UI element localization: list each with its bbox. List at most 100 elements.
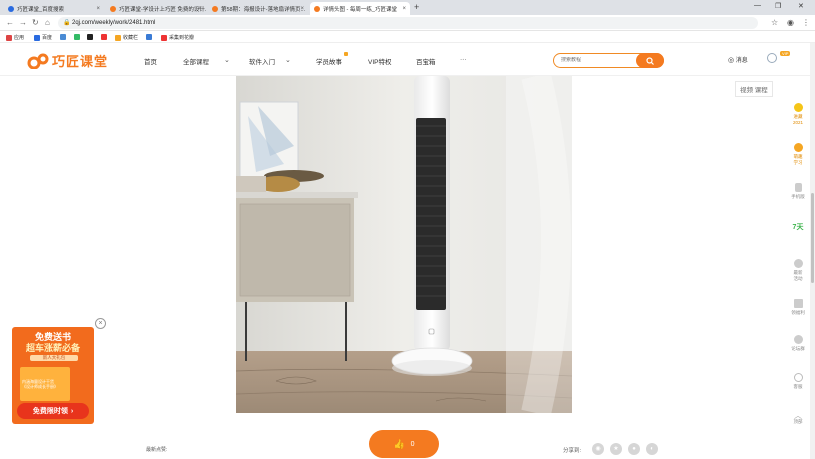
nav-home[interactable]: 首页	[144, 56, 157, 66]
like-button[interactable]: 👍 0	[369, 430, 439, 458]
sidebar-item-2021[interactable]: 进藏 2021	[785, 103, 811, 126]
latest-likes-label: 最新点赞:	[146, 447, 168, 453]
lock-icon: 🔒	[63, 20, 71, 26]
qzone-icon[interactable]: ★	[610, 443, 622, 455]
bookmarks-bar: 应用 百度 收藏栏 采集到花瓣	[0, 31, 815, 43]
weibo-icon[interactable]: ◉	[592, 443, 604, 455]
cloud-icon	[793, 335, 803, 344]
sidebar-item-welfare[interactable]: 领福利	[785, 299, 811, 316]
avatar[interactable]	[767, 53, 777, 63]
main-content	[0, 76, 780, 459]
browser-tab-bar: 巧匠课堂_百度搜索 × 巧匠课堂-学设计上巧匠 免费的设计... × 第58期：…	[0, 0, 815, 15]
apps-icon	[6, 34, 12, 41]
messages-link[interactable]: ◎ 消息	[728, 55, 748, 64]
browser-tab-1[interactable]: 巧匠课堂_百度搜索 ×	[4, 2, 104, 15]
search-input[interactable]	[561, 57, 631, 63]
bookmark-icon	[146, 34, 152, 40]
bell-icon: ◎	[728, 57, 735, 64]
bookmark-baidu[interactable]: 百度	[34, 34, 52, 41]
tab-title: 巧匠课堂-学设计上巧匠 免费的设计...	[119, 6, 206, 13]
forward-icon[interactable]: →	[19, 18, 27, 27]
sidebar-item-forum[interactable]: 论坛群	[785, 335, 811, 352]
tab-title: 详情头图 - 每周一练_巧匠课堂	[323, 6, 397, 13]
search-button[interactable]	[636, 53, 664, 68]
chevron-down-icon[interactable]: ⌄	[285, 56, 291, 64]
bookmark-6[interactable]	[101, 34, 109, 40]
page-scrollbar[interactable]	[810, 43, 815, 459]
promo-close-button[interactable]: ×	[95, 318, 106, 329]
bookmark-7[interactable]	[146, 34, 154, 40]
search-icon	[646, 56, 654, 65]
sidebar-item-service[interactable]: 客服	[785, 373, 811, 390]
promo-banner[interactable]: 免费送书 超车涨薪必备 新人大礼包 内涵海量设计干货 《设计师成长手册》 免费限…	[12, 327, 94, 424]
video-course-badge[interactable]: 视频 课程	[735, 81, 773, 97]
balloon-icon	[793, 259, 803, 268]
home-icon[interactable]: ⌂	[45, 18, 50, 27]
nav-more[interactable]: ···	[460, 56, 467, 63]
bookmark-apps[interactable]: 应用	[6, 34, 24, 41]
bookmark-3[interactable]	[60, 34, 68, 40]
reload-icon[interactable]: ↻	[32, 18, 39, 27]
trophy-icon	[793, 103, 803, 112]
bookmark-icon	[60, 34, 66, 40]
maximize-icon[interactable]: ❐	[775, 2, 781, 10]
browser-tab-active[interactable]: 详情头图 - 每周一练_巧匠课堂 ×	[310, 2, 410, 15]
tab-title: 巧匠课堂_百度搜索	[17, 6, 65, 13]
chevron-right-icon: ›	[70, 407, 74, 415]
browser-tab-3[interactable]: 第58期：海报设计-落地扇详情页... ×	[208, 2, 308, 15]
nav-all-courses[interactable]: 全部课程	[183, 56, 209, 66]
product-photo	[236, 76, 572, 413]
right-sidebar: 进藏 2021 萌趣 学习 手机版 7天 最新 活动 领福利 论坛群 客服 ︿ …	[785, 97, 811, 457]
logo-icon	[27, 53, 49, 69]
sidebar-item-study[interactable]: 萌趣 学习	[785, 143, 811, 166]
sidebar-item-events[interactable]: 最新 活动	[785, 259, 811, 282]
phone-icon	[794, 183, 802, 192]
qq-icon[interactable]: ●	[628, 443, 640, 455]
scrollbar-thumb[interactable]	[811, 193, 814, 283]
wechat-icon[interactable]: ◐	[646, 443, 658, 455]
bookmark-icon	[87, 34, 93, 40]
promo-claim-button[interactable]: 免费限时领 ›	[17, 403, 89, 419]
huaban-icon	[161, 34, 167, 41]
bookmark-5[interactable]	[87, 34, 95, 40]
close-icon[interactable]: ×	[198, 6, 202, 12]
bookmark-icon	[74, 34, 80, 40]
nav-software[interactable]: 软件入门	[249, 56, 275, 66]
url-field[interactable]: 🔒 2qj.com/weekly/work/2481.html	[58, 17, 758, 29]
chevron-down-icon[interactable]: ⌄	[224, 56, 230, 64]
nav-stories[interactable]: 学员故事	[316, 56, 342, 66]
work-image[interactable]	[236, 76, 572, 413]
bookmark-favorites[interactable]: 收藏栏	[115, 34, 138, 41]
star-icon[interactable]: ☆	[771, 18, 778, 27]
back-icon[interactable]: ←	[6, 18, 14, 27]
promo-title: 免费送书 超车涨薪必备	[25, 332, 80, 353]
nav-toolbox[interactable]: 百宝箱	[416, 56, 436, 66]
site-logo[interactable]: 巧匠课堂	[27, 51, 108, 70]
close-icon[interactable]: ×	[402, 6, 406, 12]
new-tab-button[interactable]: +	[414, 2, 419, 12]
address-toolbar: ← → ↻ ⌂ 🔒 2qj.com/weekly/work/2481.html …	[0, 15, 815, 31]
vip-badge: VIP	[780, 51, 791, 56]
nav-vip[interactable]: VIP特权	[368, 56, 391, 66]
close-icon[interactable]: ×	[96, 6, 100, 12]
sidebar-item-top[interactable]: ︿ 顶部	[785, 412, 811, 425]
share-label: 分享到:	[563, 448, 582, 454]
sidebar-item-mobile[interactable]: 手机版	[785, 183, 811, 200]
like-count: 0	[410, 440, 415, 448]
menu-icon[interactable]: ⋮	[802, 18, 810, 27]
search-box	[553, 53, 664, 68]
profile-icon[interactable]: ◉	[787, 18, 794, 27]
browser-tab-2[interactable]: 巧匠课堂-学设计上巧匠 免费的设计... ×	[106, 2, 206, 15]
close-icon[interactable]: ×	[300, 6, 304, 12]
folder-icon	[115, 34, 121, 41]
bookmark-huaban[interactable]: 采集到花瓣	[161, 34, 194, 41]
bookmark-icon	[101, 34, 107, 40]
close-window-icon[interactable]: ✕	[798, 2, 804, 10]
sidebar-item-7days[interactable]: 7天	[785, 224, 811, 231]
minimize-icon[interactable]: —	[754, 2, 761, 9]
site-icon	[110, 5, 116, 12]
baidu-icon	[8, 5, 14, 12]
site-icon	[212, 5, 218, 12]
site-header: 巧匠课堂 首页 全部课程 ⌄ 软件入门 ⌄ 学员故事 VIP特权 百宝箱 ···…	[0, 43, 815, 76]
bookmark-4[interactable]	[74, 34, 82, 40]
